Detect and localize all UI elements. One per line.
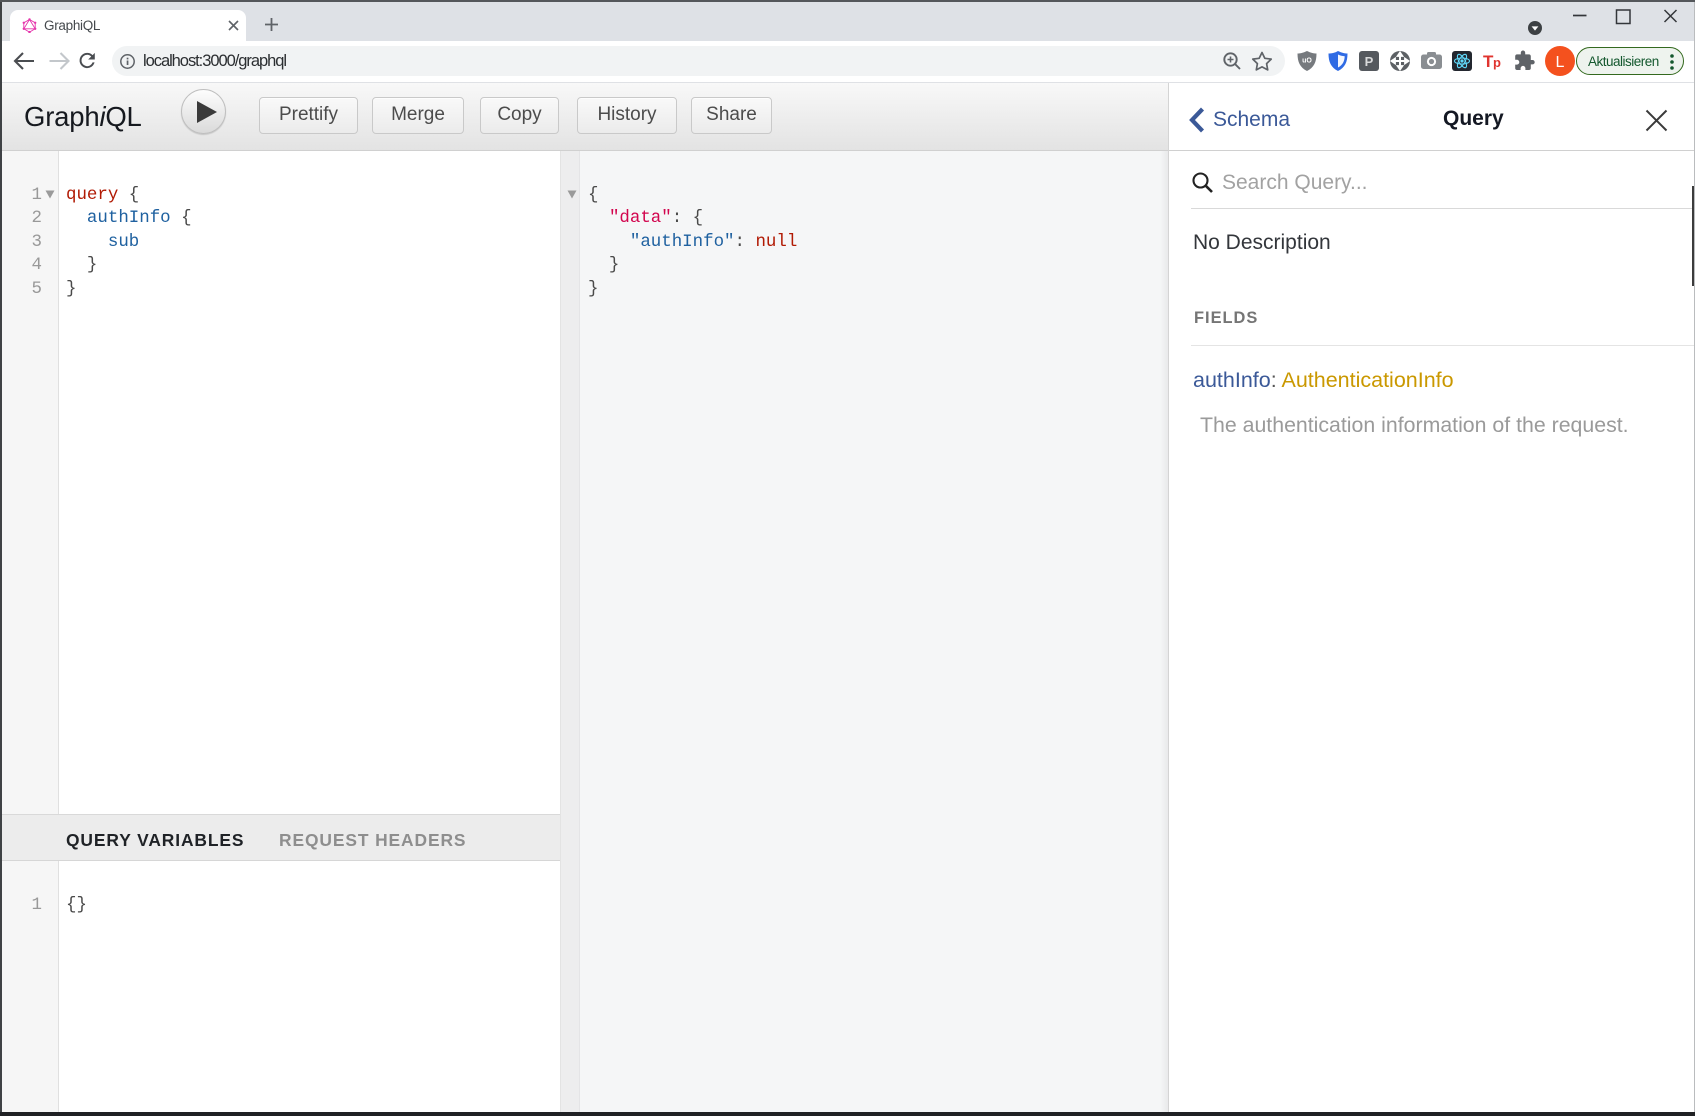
svg-text:P: P — [1365, 54, 1374, 69]
svg-text:p: p — [1493, 55, 1501, 70]
svg-text:uO: uO — [1302, 58, 1312, 65]
svg-text:L: L — [1556, 54, 1565, 71]
